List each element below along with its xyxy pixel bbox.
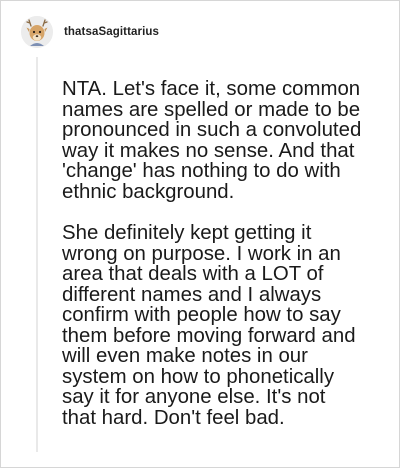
comment-header: thatsaSagittarius — [21, 16, 159, 48]
comment-card: thatsaSagittarius NTA. Let's face it, so… — [0, 0, 400, 468]
comment-paragraph: NTA. Let's face it, some common names ar… — [62, 78, 362, 203]
comment-body: NTA. Let's face it, some common names ar… — [62, 79, 382, 449]
deer-avatar-icon[interactable] — [21, 16, 53, 48]
comment-paragraph: She definitely kept getting it wrong on … — [62, 222, 356, 429]
comment-author[interactable]: thatsaSagittarius — [64, 26, 159, 38]
thread-line[interactable] — [36, 57, 38, 452]
